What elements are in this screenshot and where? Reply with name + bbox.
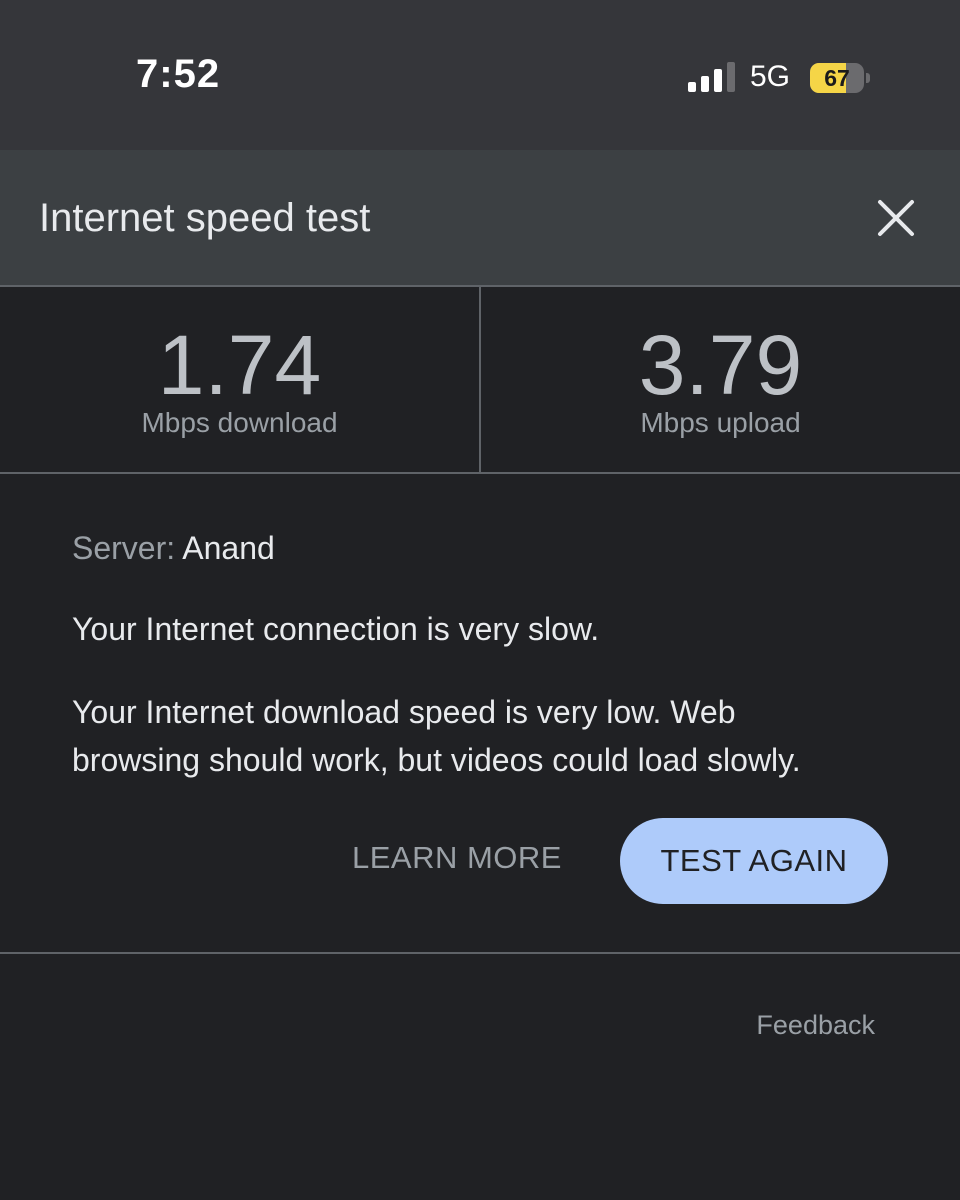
upload-speed-label: Mbps upload — [640, 407, 801, 438]
test-again-button[interactable]: TEST AGAIN — [620, 818, 888, 904]
signal-bar — [688, 82, 696, 92]
feedback-link[interactable]: Feedback — [756, 1010, 875, 1041]
close-button[interactable] — [868, 190, 924, 246]
download-speed-value: 1.74 — [157, 318, 322, 412]
battery-level: 67 — [824, 65, 850, 91]
signal-bar — [727, 62, 735, 92]
speed-test-screen: 7:52 5G 67 Internet speed test 1.74 Mbps… — [0, 0, 960, 1200]
server-name: Anand — [182, 530, 275, 566]
upload-speed-value: 3.79 — [638, 318, 803, 412]
server-label: Server: — [72, 530, 176, 566]
signal-strength-icon — [688, 62, 736, 92]
speed-results: 1.74 Mbps download 3.79 Mbps upload — [0, 287, 960, 474]
status-bar: 7:52 5G 67 — [0, 0, 960, 150]
battery-tip — [866, 73, 870, 83]
download-speed-label: Mbps download — [141, 407, 338, 438]
server-info: Server: Anand — [72, 530, 275, 567]
signal-bar — [714, 69, 722, 92]
speed-test-header: Internet speed test — [0, 150, 960, 287]
network-type: 5G — [750, 60, 791, 93]
connection-summary: Your Internet connection is very slow. — [72, 611, 600, 647]
battery-icon: 67 — [810, 63, 870, 93]
signal-bar — [701, 76, 709, 92]
learn-more-button[interactable]: LEARN MORE — [352, 840, 562, 876]
status-time: 7:52 — [136, 52, 221, 96]
battery-body: 67 — [810, 63, 864, 93]
result-details: Server: Anand Your Internet connection i… — [0, 474, 960, 954]
upload-result: 3.79 Mbps upload — [481, 287, 960, 472]
connection-description: Your Internet download speed is very low… — [72, 694, 801, 778]
page-title: Internet speed test — [39, 196, 371, 240]
close-icon — [878, 200, 914, 236]
download-result: 1.74 Mbps download — [0, 287, 479, 472]
